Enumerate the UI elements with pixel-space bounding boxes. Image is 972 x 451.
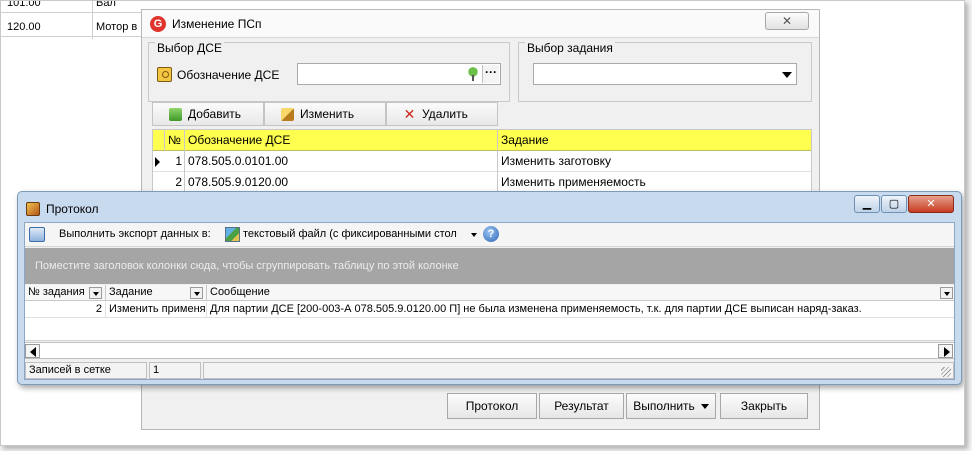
chevron-down-icon — [700, 404, 709, 410]
background-grid-row[interactable]: 101.00 Вал — [1, 0, 141, 13]
record-count-value: 1 — [149, 362, 201, 379]
execute-button[interactable]: Выполнить — [626, 393, 716, 419]
result-button[interactable]: Результат — [539, 393, 624, 419]
part-designation-icon — [157, 67, 172, 82]
column-header-task[interactable]: Задание — [498, 130, 812, 151]
help-icon[interactable]: ? — [483, 226, 499, 242]
job-select[interactable] — [533, 63, 797, 85]
current-row-indicator-icon — [155, 157, 160, 167]
table-row[interactable]: 1 078.505.0.0101.00 Изменить заготовку — [153, 151, 811, 172]
protocol-statusbar: Записей в сетке 1 — [25, 362, 954, 380]
background-grid-row[interactable]: 120.00 Мотор в — [1, 19, 141, 37]
app-logo-icon: G — [150, 16, 166, 32]
grid-toolbar: Добавить Изменить ✕ Удалить — [152, 102, 812, 128]
protocol-toolbar: Выполнить экспорт данных в: текстовый фа… — [25, 223, 954, 247]
job-group-label: Выбор задания — [525, 41, 615, 55]
close-icon[interactable]: ✕ — [908, 195, 954, 213]
protocol-title: Протокол — [46, 202, 99, 216]
screen-frame: 101.00 Вал 120.00 Мотор в G Изменение ПС… — [0, 0, 965, 446]
print-icon[interactable] — [29, 227, 45, 242]
scroll-left-icon[interactable] — [25, 344, 40, 358]
dialog-title: Изменение ПСп — [172, 17, 262, 31]
edit-icon — [281, 107, 294, 121]
delete-button[interactable]: ✕ Удалить — [386, 102, 498, 126]
grid-header: № Обозначение ДСЕ Задание — [153, 130, 811, 151]
protocol-button[interactable]: Протокол — [447, 393, 537, 419]
edit-button-label: Изменить — [300, 107, 355, 121]
dse-designation-input[interactable]: ··· — [297, 63, 501, 85]
resize-grip-icon[interactable] — [941, 367, 951, 377]
export-format-select[interactable]: текстовый файл (с фиксированными стол — [243, 228, 457, 240]
cell-dse: 078.505.0.0101.00 — [185, 151, 498, 172]
group-by-hint: Поместите заголовок колонки сюда, чтобы … — [35, 260, 459, 272]
export-label: Выполнить экспорт данных в: — [59, 228, 211, 240]
add-button-label: Добавить — [188, 107, 242, 121]
column-header-task[interactable]: Задание — [106, 285, 207, 301]
job-selection-group: Выбор задания — [518, 41, 812, 102]
column-filter-icon[interactable] — [190, 287, 203, 299]
edit-button[interactable]: Изменить — [264, 102, 386, 126]
add-icon — [169, 107, 182, 121]
add-button[interactable]: Добавить — [152, 102, 264, 126]
maximize-icon[interactable]: ▢ — [881, 195, 907, 213]
column-header-task-label: Задание — [109, 286, 153, 298]
ellipsis-button[interactable]: ··· — [482, 65, 499, 83]
delete-button-label: Удалить — [422, 107, 468, 121]
protocol-body: Выполнить экспорт данных в: текстовый фа… — [24, 222, 955, 380]
dse-task-grid: № Обозначение ДСЕ Задание 1 078.505.0.01… — [152, 129, 812, 194]
column-header-job-number-label: № задания — [28, 286, 85, 298]
column-header-dse[interactable]: Обозначение ДСЕ — [185, 130, 498, 151]
status-spacer — [203, 362, 954, 379]
dse-selection-group: Выбор ДСЕ Обозначение ДСЕ ··· — [148, 41, 510, 102]
cell-message: Для партии ДСЕ [200-003-А 078.505.9.0120… — [210, 303, 862, 315]
cell-task: Изменить заготовку — [501, 154, 611, 168]
delete-icon: ✕ — [403, 105, 416, 122]
column-header-message[interactable]: Сообщение — [207, 285, 954, 301]
table-row[interactable]: 2 Изменить применя Для партии ДСЕ [200-0… — [25, 302, 954, 318]
chevron-down-icon — [782, 72, 792, 78]
cell-dse: 078.505.9.0120.00 — [185, 172, 498, 193]
cell-job-number: 2 — [25, 302, 106, 318]
table-row[interactable]: 2 078.505.9.0120.00 Изменить применяемос… — [153, 172, 811, 193]
chevron-down-icon[interactable] — [471, 233, 477, 237]
text-file-icon — [225, 227, 240, 242]
column-filter-icon[interactable] — [89, 287, 102, 299]
row-indicator-header — [153, 130, 165, 151]
protocol-grid: № задания Задание Сообщение 2 Изменить п… — [25, 285, 954, 341]
background-cell: Мотор в — [96, 21, 138, 33]
background-cell: 101.00 — [7, 0, 41, 9]
column-header-number[interactable]: № — [165, 130, 185, 151]
dialog-titlebar[interactable]: G Изменение ПСп ✕ — [142, 10, 819, 38]
dse-field-label: Обозначение ДСЕ — [177, 68, 280, 82]
close-button[interactable]: Закрыть — [720, 393, 808, 419]
column-header-job-number[interactable]: № задания — [25, 285, 106, 301]
protocol-grid-header: № задания Задание Сообщение — [25, 285, 954, 301]
dialog-button-bar: Протокол Результат Выполнить Закрыть — [142, 393, 819, 419]
column-filter-icon[interactable] — [940, 287, 953, 299]
group-by-panel[interactable]: Поместите заголовок колонки сюда, чтобы … — [25, 248, 954, 284]
horizontal-scrollbar[interactable] — [25, 342, 954, 359]
background-grid: 101.00 Вал 120.00 Мотор в — [1, 1, 141, 41]
protocol-window: Протокол ▁ ▢ ✕ Выполнить экспорт данных … — [17, 191, 962, 385]
background-cell: 120.00 — [7, 21, 41, 33]
cell-task: Изменить применя — [106, 302, 207, 318]
cell-number: 2 — [165, 172, 185, 193]
close-icon[interactable]: ✕ — [765, 12, 809, 30]
column-header-message-label: Сообщение — [210, 286, 270, 298]
scroll-right-icon[interactable] — [938, 344, 953, 358]
cell-number: 1 — [165, 151, 185, 172]
minimize-icon[interactable]: ▁ — [854, 195, 880, 213]
protocol-titlebar[interactable]: Протокол ▁ ▢ ✕ — [18, 192, 961, 222]
protocol-window-icon — [26, 202, 40, 216]
cell-task: Изменить применяемость — [501, 175, 646, 189]
filter-icon[interactable] — [466, 67, 480, 81]
execute-button-label: Выполнить — [633, 399, 695, 413]
background-cell: Вал — [96, 0, 116, 9]
dse-group-label: Выбор ДСЕ — [155, 41, 224, 55]
record-count-label: Записей в сетке — [25, 362, 147, 379]
scrollbar-track[interactable] — [41, 344, 937, 358]
